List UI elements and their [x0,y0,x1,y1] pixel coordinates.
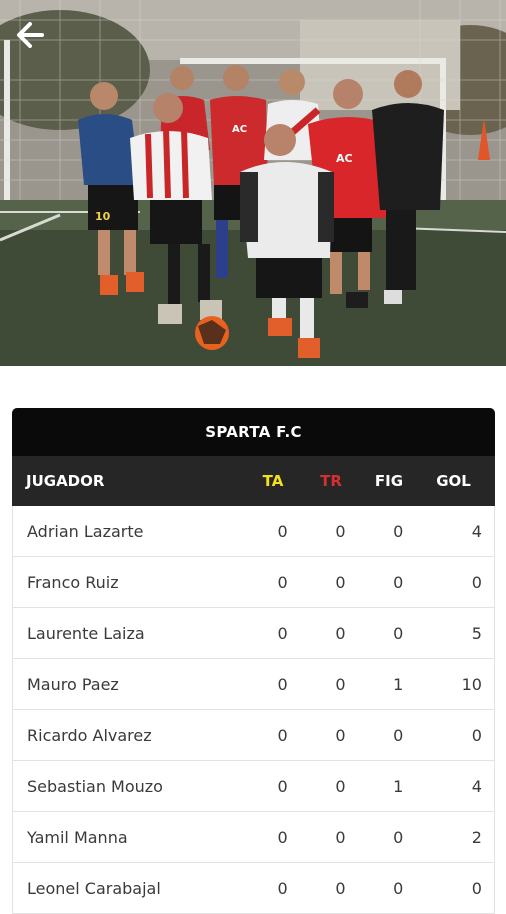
yellow-cards-value: 0 [277,827,288,847]
team-name: SPARTA F.C [205,423,302,441]
fig-value: 0 [393,623,404,643]
red-cards-value: 0 [335,725,346,745]
shirt-sponsor: AC [232,124,247,135]
column-header-fig: FIG [374,472,404,490]
table-row[interactable]: Yamil Manna 0 0 0 2 [12,812,495,863]
red-cards-value: 0 [335,623,346,643]
player-name: Laurente Laiza [27,623,145,643]
goals-value: 4 [471,776,482,796]
fig-value: 1 [393,674,404,694]
red-cards-value: 0 [335,674,346,694]
yellow-cards-value: 0 [277,776,288,796]
yellow-cards-value: 0 [277,725,288,745]
column-header-player: JUGADOR [26,472,105,490]
team-stats-table: SPARTA F.C JUGADOR TA TR FIG GOL Adrian … [12,408,495,914]
table-row[interactable]: Mauro Paez 0 0 1 10 [12,659,495,710]
player-name: Franco Ruiz [27,572,119,592]
red-cards-value: 0 [335,878,346,898]
team-photo-scene: 10 AC AC [0,0,506,366]
table-row[interactable]: Sebastian Mouzo 0 0 1 4 [12,761,495,812]
shirt-number: 10 [95,210,111,223]
fig-value: 0 [393,725,404,745]
red-cards-value: 0 [335,572,346,592]
yellow-cards-value: 0 [277,623,288,643]
player-name: Mauro Paez [27,674,119,694]
yellow-cards-value: 0 [277,572,288,592]
player-name: Adrian Lazarte [27,521,144,541]
fig-value: 0 [393,572,404,592]
table-row[interactable]: Adrian Lazarte 0 0 0 4 [12,506,495,557]
fig-value: 1 [393,776,404,796]
goals-value: 4 [471,521,482,541]
yellow-cards-value: 0 [277,878,288,898]
arrow-left-icon [17,22,44,48]
team-name-header: SPARTA F.C [12,408,495,456]
fig-value: 0 [393,521,404,541]
player-name: Leonel Carabajal [27,878,161,898]
shirt-sponsor: AC [336,152,353,165]
column-header-red-cards: TR [320,472,342,490]
goals-value: 2 [471,827,482,847]
table-row[interactable]: Ricardo Alvarez 0 0 0 0 [12,710,495,761]
goals-value: 5 [471,623,482,643]
yellow-cards-value: 0 [277,674,288,694]
fig-value: 0 [393,878,404,898]
table-row[interactable]: Laurente Laiza 0 0 0 5 [12,608,495,659]
team-photo: 10 AC AC [0,0,506,366]
goals-value: 10 [461,674,482,694]
goals-value: 0 [471,725,482,745]
back-button[interactable] [16,22,56,58]
player-name: Sebastian Mouzo [27,776,163,796]
column-header-yellow-cards: TA [262,472,284,490]
column-header-goals: GOL [436,472,471,490]
column-header-row: JUGADOR TA TR FIG GOL [12,456,495,506]
fig-value: 0 [393,827,404,847]
table-row[interactable]: Leonel Carabajal 0 0 0 0 [12,863,495,914]
goals-value: 0 [471,572,482,592]
red-cards-value: 0 [335,521,346,541]
goals-value: 0 [471,878,482,898]
yellow-cards-value: 0 [277,521,288,541]
player-name: Yamil Manna [27,827,128,847]
player-name: Ricardo Alvarez [27,725,152,745]
table-row[interactable]: Franco Ruiz 0 0 0 0 [12,557,495,608]
red-cards-value: 0 [335,827,346,847]
red-cards-value: 0 [335,776,346,796]
